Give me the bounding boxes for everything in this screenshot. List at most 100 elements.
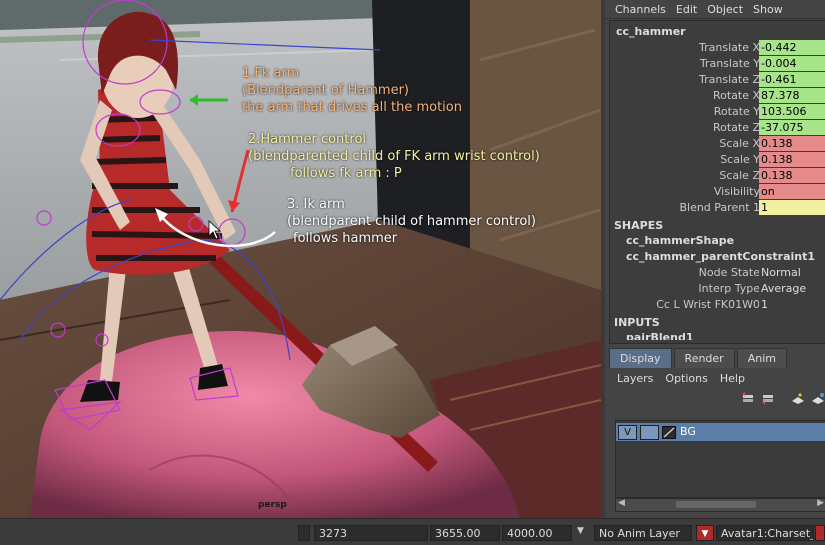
layer-name[interactable]: BG xyxy=(680,425,696,438)
attr-value[interactable]: 87.378 xyxy=(759,88,825,103)
channel-list: cc_hammer Translate X -0.442 Translate Y-… xyxy=(609,20,825,344)
attr-row[interactable]: Translate Y -0.004 xyxy=(610,56,825,72)
menu-options[interactable]: Options xyxy=(665,372,707,385)
new-layer-from-selection-icon[interactable] xyxy=(811,392,825,406)
annotation-fk-arm-desc: the arm that drives all the motion xyxy=(242,100,462,115)
attr-row[interactable]: Visibility on xyxy=(610,184,825,200)
attr-row[interactable]: Node State Normal xyxy=(610,265,825,281)
annotation-hammer-title: 2.Hammer control xyxy=(248,132,367,147)
annotation-hammer-desc: follows fk arm : P xyxy=(290,166,402,181)
scroll-thumb[interactable] xyxy=(676,501,756,508)
attr-row[interactable]: Cc L Wrist FK01W0 1 xyxy=(610,297,825,313)
layer-list: V BG xyxy=(615,420,825,498)
attr-value[interactable]: -37.075 xyxy=(759,120,825,135)
attr-label[interactable]: Scale Y xyxy=(720,153,760,166)
layer-editor: Display Render Anim Layers Options Help … xyxy=(609,348,825,518)
attr-value[interactable]: -0.442 xyxy=(759,40,825,55)
menu-layers[interactable]: Layers xyxy=(617,372,653,385)
attr-label[interactable]: Visibility xyxy=(714,185,760,198)
object-name[interactable]: cc_hammer xyxy=(610,21,825,40)
shape-item[interactable]: cc_hammerShape xyxy=(610,233,825,249)
annotation-ik-desc: follows hammer xyxy=(293,231,398,246)
annotation-fk-arm-title: 1.Fk arm xyxy=(242,66,300,81)
attr-row[interactable]: Rotate Y 103.506 xyxy=(610,104,825,120)
attr-value[interactable]: -0.004 xyxy=(759,56,825,71)
attr-row[interactable]: Rotate X 87.378 xyxy=(610,88,825,104)
range-end-field[interactable]: 4000.00 xyxy=(502,525,572,541)
tab-anim[interactable]: Anim xyxy=(736,348,787,368)
tab-render[interactable]: Render xyxy=(673,348,735,368)
layer-horizontal-scrollbar[interactable]: ◀ ▶ xyxy=(615,498,825,512)
attr-label[interactable]: Translate X xyxy=(699,41,760,54)
attr-row[interactable]: Translate Z -0.461 xyxy=(610,72,825,88)
menu-help[interactable]: Help xyxy=(720,372,745,385)
layer-row-bg[interactable]: V BG xyxy=(616,423,825,441)
layers-stack-up-icon[interactable] xyxy=(741,392,755,406)
camera-label: persp xyxy=(258,500,287,510)
attr-value[interactable]: on xyxy=(759,184,825,199)
scroll-left-icon[interactable]: ◀ xyxy=(618,498,625,508)
time-range-bar: 3273 3655.00 4000.00 ▼ No Anim Layer ▼ A… xyxy=(0,518,825,545)
layer-color-swatch-icon[interactable] xyxy=(662,426,676,439)
attr-value[interactable]: 0.138 xyxy=(759,152,825,167)
annotation-fk-arm: 1.Fk arm (Blendparent of Hammer) the arm… xyxy=(242,65,462,116)
new-layer-icon[interactable] xyxy=(791,392,805,406)
attr-row[interactable]: Scale X 0.138 xyxy=(610,136,825,152)
layer-display-type-toggle[interactable] xyxy=(640,425,659,440)
anim-layer-field[interactable]: No Anim Layer xyxy=(594,525,692,541)
attr-value[interactable]: 0.138 xyxy=(759,168,825,183)
attr-value[interactable]: -0.461 xyxy=(759,72,825,87)
layer-menubar: Layers Options Help xyxy=(609,368,825,388)
menu-edit[interactable]: Edit xyxy=(676,3,697,16)
3d-viewport[interactable]: 1.Fk arm (Blendparent of Hammer) the arm… xyxy=(0,0,601,518)
shape-item[interactable]: cc_hammer_parentConstraint1 xyxy=(610,249,825,265)
anim-layer-dropdown-icon[interactable]: ▼ xyxy=(696,525,714,541)
layer-tabs: Display Render Anim xyxy=(609,348,825,368)
annotation-hammer-control: 2.Hammer control (blendparented child of… xyxy=(248,131,540,182)
attr-value[interactable]: Average xyxy=(759,281,825,296)
attr-label[interactable]: Scale X xyxy=(719,137,760,150)
layer-visibility-toggle[interactable]: V xyxy=(618,425,637,440)
scroll-right-icon[interactable]: ▶ xyxy=(817,498,824,508)
layers-stack-down-icon[interactable] xyxy=(761,392,775,406)
current-frame-field[interactable]: 3273 xyxy=(314,525,428,541)
range-dropdown-icon[interactable]: ▼ xyxy=(577,526,584,536)
attr-value[interactable]: Normal xyxy=(759,265,825,280)
frame-checkbox[interactable] xyxy=(298,525,310,541)
attr-label[interactable]: Cc L Wrist FK01W0 xyxy=(656,298,760,311)
input-item[interactable]: pairBlend1 xyxy=(610,330,825,340)
attr-row[interactable]: Interp Type Average xyxy=(610,281,825,297)
attr-label[interactable]: Rotate X xyxy=(713,89,760,102)
attr-label[interactable]: Rotate Y xyxy=(714,105,760,118)
annotation-ik-title: 3. Ik arm xyxy=(287,197,345,212)
attr-row[interactable]: Scale Y 0.138 xyxy=(610,152,825,168)
shapes-header: SHAPES xyxy=(614,219,664,232)
attr-label[interactable]: Translate Z xyxy=(699,73,760,86)
annotation-hammer-subtitle: (blendparented child of FK arm wrist con… xyxy=(248,149,540,164)
menu-object[interactable]: Object xyxy=(707,3,743,16)
character-set-dropdown-icon[interactable] xyxy=(815,525,825,541)
annotation-ik-arm: 3. Ik arm (blendparent child of hammer c… xyxy=(287,196,536,247)
attr-label[interactable]: Rotate Z xyxy=(713,121,760,134)
attr-label[interactable]: Blend Parent 1 xyxy=(679,201,760,214)
attr-row[interactable]: Translate X -0.442 xyxy=(610,40,825,56)
attr-value[interactable]: 1 xyxy=(759,297,825,312)
attr-label[interactable]: Interp Type xyxy=(698,282,760,295)
attr-row[interactable]: Scale Z 0.138 xyxy=(610,168,825,184)
attr-label[interactable]: Node State xyxy=(699,266,760,279)
layer-toolbar xyxy=(609,388,825,412)
attr-row[interactable]: Blend Parent 11 xyxy=(610,200,825,216)
attr-value[interactable]: 0.138 xyxy=(759,136,825,151)
character-set-field[interactable]: Avatar1:Charset_lva xyxy=(716,525,814,541)
inputs-header: INPUTS xyxy=(614,316,660,329)
annotation-ik-subtitle: (blendparent child of hammer control) xyxy=(287,214,536,229)
tab-display[interactable]: Display xyxy=(609,348,672,368)
attr-value[interactable]: 1 xyxy=(759,200,825,215)
attr-label[interactable]: Scale Z xyxy=(719,169,760,182)
attr-value[interactable]: 103.506 xyxy=(759,104,825,119)
range-start-field[interactable]: 3655.00 xyxy=(430,525,500,541)
attr-row[interactable]: Rotate Z -37.075 xyxy=(610,120,825,136)
menu-show[interactable]: Show xyxy=(753,3,783,16)
attr-label[interactable]: Translate Y xyxy=(700,57,760,70)
menu-channels[interactable]: Channels xyxy=(615,3,666,16)
